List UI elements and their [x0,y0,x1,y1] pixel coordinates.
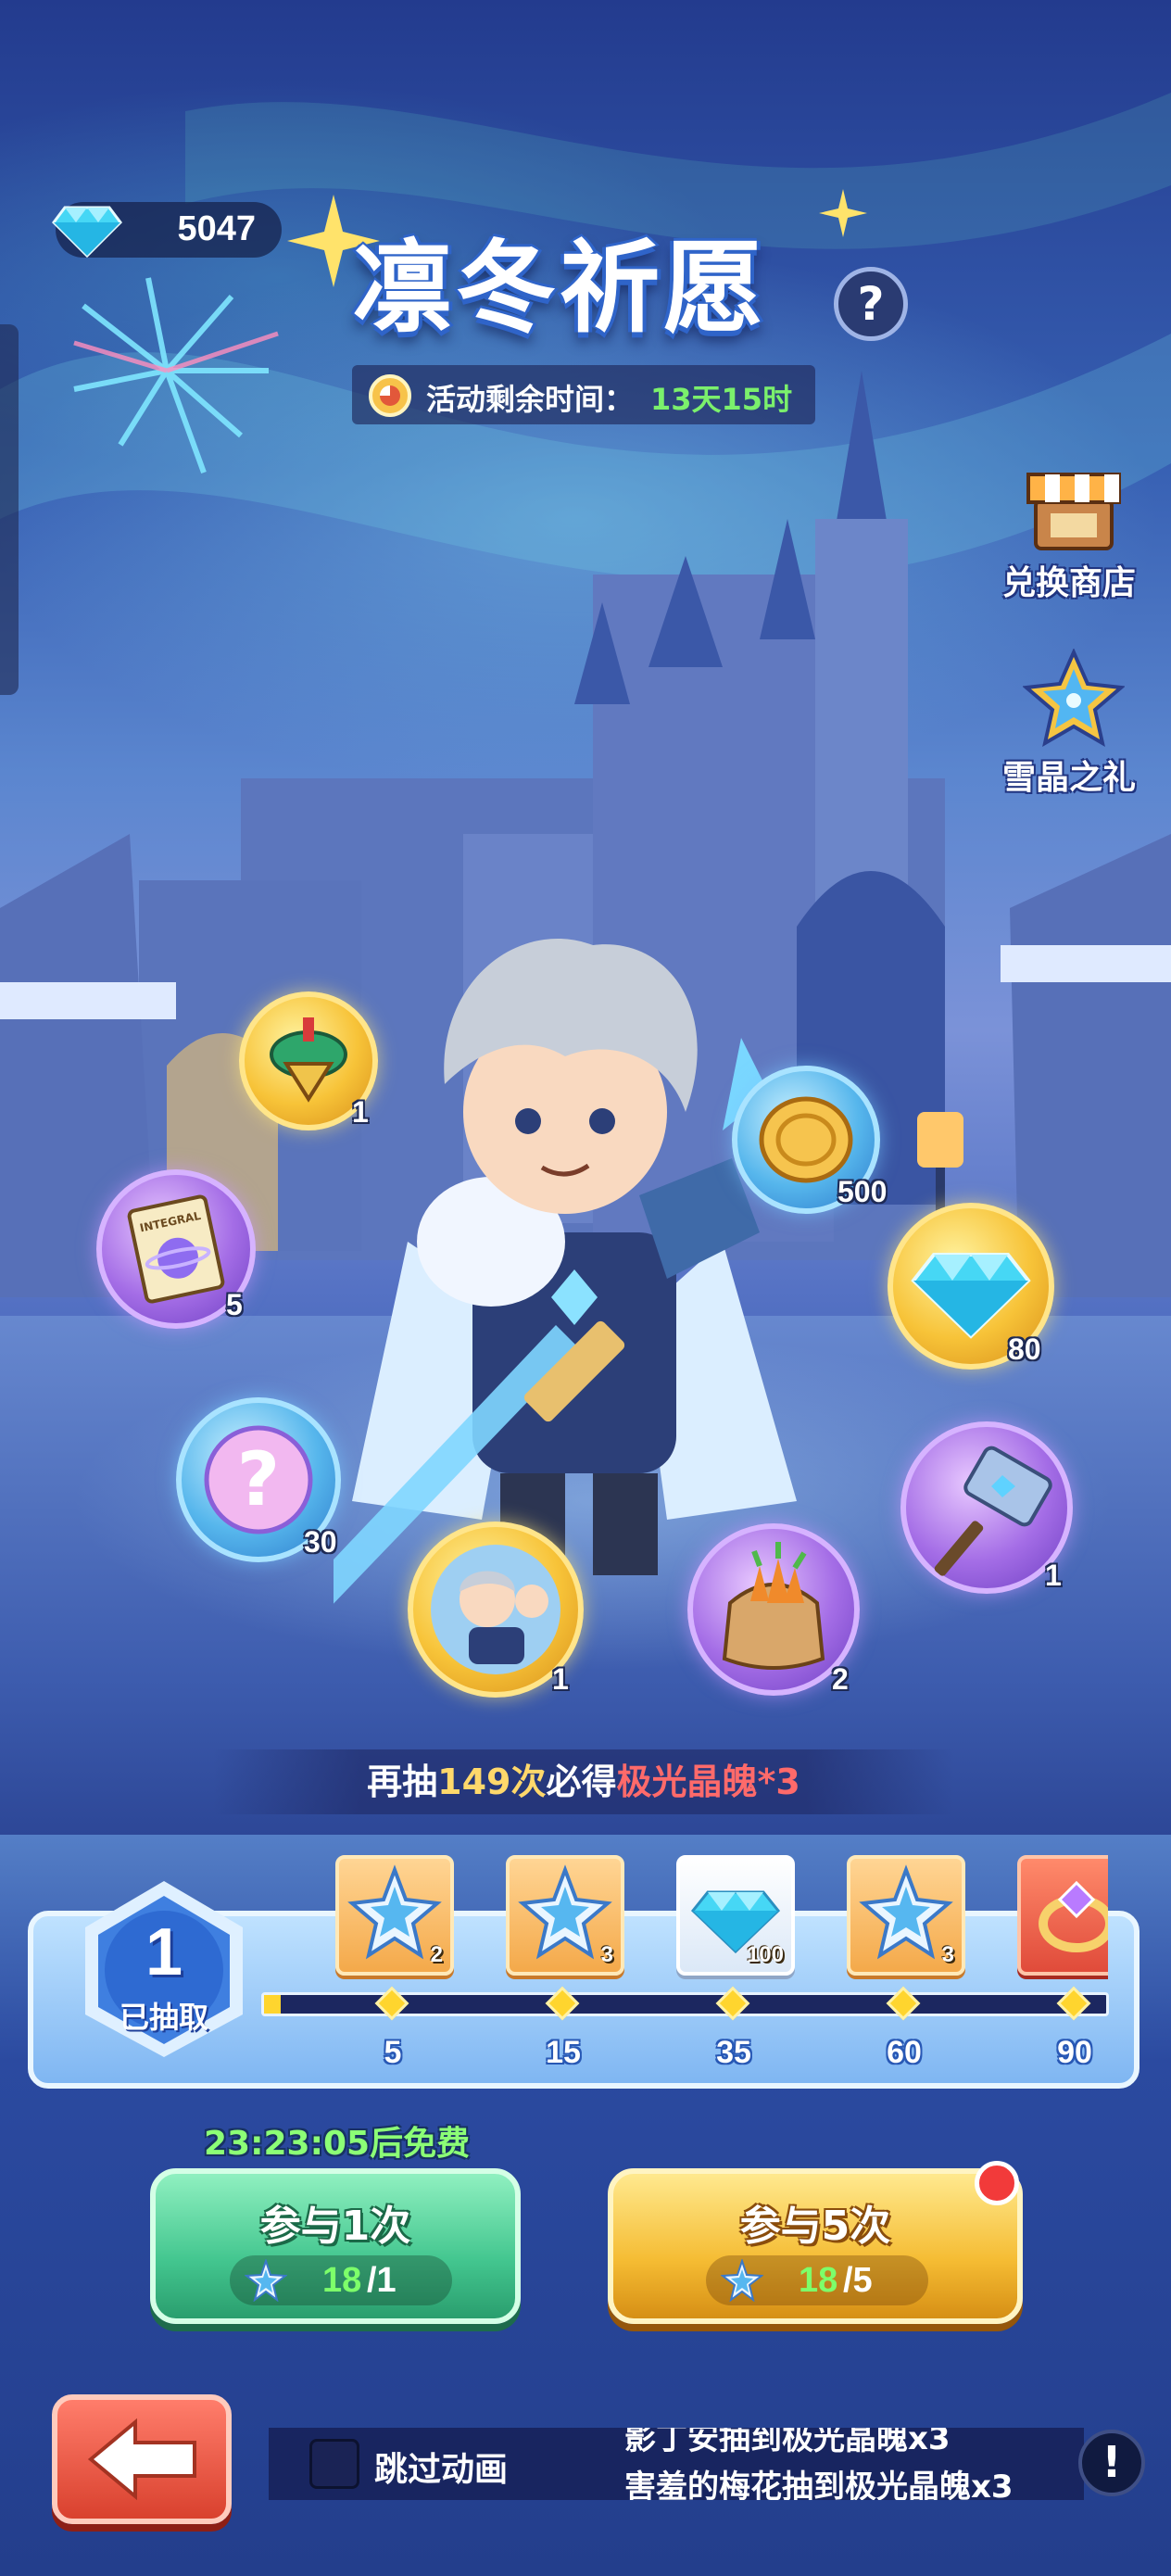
progress-fill [264,1995,282,2014]
hammer-icon [934,1446,1052,1576]
draw-five-cost: 18 /5 [706,2255,928,2305]
reward-qty: 1 [552,1662,569,1696]
milestone-reward-15[interactable]: 3 [506,1855,624,1976]
pity-guarantee-text: 再抽149次必得极光晶魄*3 [213,1749,954,1814]
reward-qty: 2 [832,1662,849,1696]
clock-icon [369,374,411,417]
reward-qty: 30 [304,1525,337,1559]
skip-animation-label: 跳过动画 [374,2451,509,2489]
free-draw-timer: 23:23:05后免费 [204,2125,471,2163]
draw-once-button[interactable]: 参与1次 18 /1 [150,2168,521,2324]
svg-text:?: ? [237,1436,280,1522]
draw-five-label: 参与5次 [739,2203,891,2250]
reward-qty: 1 [352,1095,369,1129]
diamond-icon [52,206,122,259]
milestone-threshold: 15 [546,2035,581,2070]
skip-animation-checkbox[interactable] [309,2439,359,2489]
hero-character [334,939,797,1604]
bottom-bar: 跳过动画 影丁安抽到极光晶魄x3 害羞的梅花抽到极光晶魄x3 [269,2428,1084,2500]
snow-crystal-gift-button[interactable]: 雪晶之礼 [986,649,1152,806]
carrot-sack-icon [722,1542,825,1670]
ticker-line: 影丁安抽到极光晶魄x3 [624,2428,951,2457]
pity-count: 149次 [437,1762,547,1802]
exchange-shop-button[interactable]: 兑换商店 [986,454,1152,612]
reward-bubble-hammer[interactable]: 1 [900,1421,1073,1594]
pity-prefix: 再抽 [367,1762,438,1802]
event-timer: 活动剩余时间： 13天15时 [352,365,815,424]
ring-icon [1039,1880,1108,1952]
left-side-tab[interactable] [0,324,19,695]
timer-value: 13天15时 [650,382,793,417]
reward-qty: 1 [1045,1559,1062,1592]
reward-qty: 80 [1008,1332,1041,1366]
milestone-reward-90[interactable] [1017,1855,1108,1976]
reward-qty: 5 [226,1288,243,1321]
milestone-threshold: 35 [716,2035,751,2070]
sparkle-icon [819,189,867,237]
milestone-reward-35[interactable]: 100 [676,1855,795,1976]
snowflake-star-icon [721,2259,763,2302]
snow-crystal-gift-label: 雪晶之礼 [1001,759,1136,797]
back-arrow-icon [87,2418,196,2501]
milestone-reward-qty: 2 [430,1942,443,1967]
help-button[interactable]: ? [834,267,908,341]
reward-bubble-spinning-top[interactable]: 1 [239,991,378,1130]
required-tickets: /1 [367,2261,397,2300]
milestone-reward-qty: 100 [746,1942,784,1967]
milestone-reward-5[interactable]: 2 [335,1855,454,1976]
draw-once-cost: 18 /1 [230,2255,452,2305]
reward-bubble-gold-coin[interactable]: 500 [732,1066,887,1214]
required-tickets: /5 [843,2261,873,2300]
back-button[interactable] [52,2394,232,2524]
milestone-reward-90-clip [1017,1855,1108,1979]
exchange-shop-label: 兑换商店 [1001,564,1136,602]
milestone-threshold: 60 [887,2035,922,2070]
reward-qty: 500 [837,1175,888,1208]
reward-bubble-carrot-sack[interactable]: 2 [687,1523,860,1696]
reward-bubble-integral-scroll[interactable]: INTEGRAL 5 [96,1169,256,1329]
event-title: 凛冬祈愿 [352,231,768,347]
reward-bubble-diamond[interactable]: 80 [888,1203,1054,1370]
pity-item: 极光晶魄*3 [616,1762,800,1802]
milestone-reward-60[interactable]: 3 [847,1855,965,1976]
milestone-reward-qty: 3 [600,1942,613,1967]
milestone-threshold: 90 [1057,2035,1092,2070]
shop-stall-icon [1026,473,1121,550]
drawn-label: 已抽取 [119,2000,208,2035]
snowflake-star-icon [245,2259,287,2302]
draw-broadcast-ticker: 影丁安抽到极光晶魄x3 害羞的梅花抽到极光晶魄x3 [624,2428,1060,2500]
diamond-counter: 5047 [52,202,282,259]
info-button[interactable]: ! [1078,2430,1145,2496]
draw-once-label: 参与1次 [259,2203,411,2250]
draw-count-badge: 1 已抽取 [76,1875,252,2061]
milestone-reward-qty: 3 [941,1942,954,1967]
snowflake-badge-icon [1023,649,1125,748]
ticker-line: 害羞的梅花抽到极光晶魄x3 [624,2469,1014,2500]
drawn-count: 1 [145,1915,183,1989]
reward-bubble-mystery-box[interactable]: ? 30 [176,1397,341,1562]
owned-tickets: 18 [799,2261,838,2300]
milestone-threshold: 5 [384,2035,402,2070]
timer-label: 活动剩余时间： [426,382,635,417]
draw-five-button[interactable]: 参与5次 18 /5 [608,2168,1023,2324]
reward-bubble-hero-portrait[interactable]: 1 [408,1522,584,1698]
owned-tickets: 18 [322,2261,362,2300]
diamond-count: 5047 [177,209,256,248]
notification-dot [975,2161,1019,2205]
pity-middle: 必得 [546,1762,617,1802]
